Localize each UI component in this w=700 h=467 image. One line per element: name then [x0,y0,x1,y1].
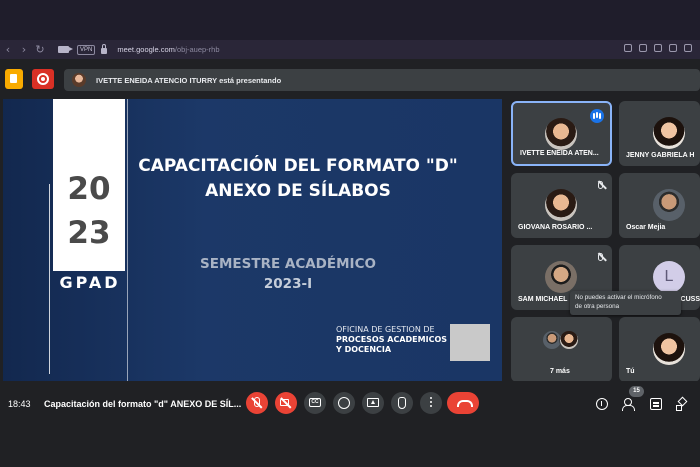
slide-divider [127,99,128,381]
url-domain: meet.google.com [117,45,175,54]
slide-divider-left [49,184,50,374]
participant-name: SAM MICHAEL [518,296,568,303]
participant-name: IVETTE ENEIDA ATEN... [520,150,599,157]
slide-office-line2: PROCESOS ACADEMICOS [336,335,447,344]
url-field[interactable]: meet.google.com/obj-auep-rhb [117,45,219,54]
emoji-button[interactable] [333,392,355,414]
chat-icon[interactable] [650,398,662,410]
participant-name: CUSS [680,296,700,303]
people-icon[interactable] [622,398,635,411]
meeting-title: Capacitación del formato "d" ANEXO DE SÍ… [44,399,242,409]
participant-name: GIOVANA ROSARIO ... [518,224,593,231]
presenting-label: IVETTE ENEIDA ATENCIO ITURRY está presen… [96,75,282,85]
avatar [545,261,577,293]
presenter-banner: IVETTE ENEIDA ATENCIO ITURRY está presen… [64,69,700,91]
record-icon [37,73,49,85]
meet-window: ‹ › ↻ VPN meet.google.com/obj-auep-rhb I… [0,0,700,467]
edit-icon[interactable] [624,44,632,52]
footer-area [0,426,700,467]
avatar [545,118,577,150]
participant-name: Tú [626,368,635,375]
lock-icon[interactable] [101,44,108,54]
browser-address-bar: ‹ › ↻ VPN meet.google.com/obj-auep-rhb [0,40,700,59]
participant-name: JENNY GABRIELA H [626,152,695,159]
participant-tile[interactable]: IVETTE ENEIDA ATEN... [511,101,612,166]
slide-title-line2: ANEXO DE SÍLABOS [205,181,391,201]
slide-office-line1: OFICINA DE GESTION DE [336,325,435,334]
slide-year-top: 20 [67,171,111,207]
settings-icon[interactable] [684,44,692,52]
slide-office-line3: Y DOCENCIA [336,345,392,354]
slide-subtitle-line2: 2023-I [263,276,313,292]
slide-logo [450,324,490,361]
slide-year-bottom: 23 [67,215,111,251]
more-participants-tile[interactable]: 7 más [511,317,612,382]
avatar [653,333,685,365]
slide-subtitle-line1: SEMESTRE ACADÉMICO [200,256,376,272]
tooltip-line1: No puedes activar el micrófono [575,294,662,301]
share-icon[interactable] [639,44,647,52]
back-button[interactable]: ‹ [0,43,16,56]
activities-icon[interactable] [676,398,688,411]
participant-name: Oscar Mejia [626,224,666,231]
avatar [653,189,685,221]
presentation-slide: 20 23 GPAD CAPACITACIÓN DEL FORMATO "D" … [3,99,502,381]
participant-tile[interactable]: Oscar Mejia [619,173,700,238]
more-options-button[interactable] [420,392,442,414]
participants-count-badge: 15 [629,386,644,397]
clock-label: 18:43 [8,399,31,409]
captions-button[interactable]: CC [304,392,326,414]
avatar [559,330,579,350]
url-path: /obj-auep-rhb [174,45,220,54]
recording-button[interactable] [32,69,54,89]
raise-hand-button[interactable] [391,392,413,414]
slide-brand: GPAD [59,273,121,292]
presenting-header: IVETTE ENEIDA ATENCIO ITURRY está presen… [0,59,700,99]
emoji-icon [338,397,350,409]
participant-tile[interactable]: GIOVANA ROSARIO ... [511,173,612,238]
info-icon[interactable] [596,398,608,410]
presenter-avatar [72,73,86,87]
control-bar: 18:43 Capacitación del formato "d" ANEXO… [0,381,700,426]
hand-icon [398,397,406,409]
end-call-button[interactable] [447,392,479,414]
mute-tooltip: No puedes activar el micrófono de otra p… [570,291,681,315]
reload-button[interactable]: ↻ [32,43,48,56]
speaking-indicator-icon [590,109,604,123]
forward-button[interactable]: › [16,43,32,56]
camera-icon[interactable] [58,46,73,53]
slide-title-line1: CAPACITACIÓN DEL FORMATO "D" [138,156,458,176]
camera-button[interactable] [275,392,297,414]
self-tile[interactable]: Tú [619,317,700,382]
present-screen-icon [367,398,379,407]
avatar [545,189,577,221]
mic-off-icon [598,253,603,261]
microphone-button[interactable] [246,392,268,414]
avatar: L [653,261,685,293]
browser-top-area [0,0,700,40]
tooltip-line2: de otra persona [575,302,620,310]
participant-tile[interactable]: JENNY GABRIELA H [619,101,700,166]
browser-bar-actions [624,44,692,52]
present-button[interactable] [362,392,384,414]
captions-icon: CC [309,398,321,407]
screenshot-icon[interactable] [654,44,662,52]
activities-button[interactable] [5,69,23,89]
save-icon[interactable] [669,44,677,52]
more-count-label: 7 más [550,368,570,375]
vpn-badge[interactable]: VPN [77,44,96,55]
avatar [653,117,685,149]
mic-off-icon [598,181,603,189]
more-vert-icon [430,397,432,399]
